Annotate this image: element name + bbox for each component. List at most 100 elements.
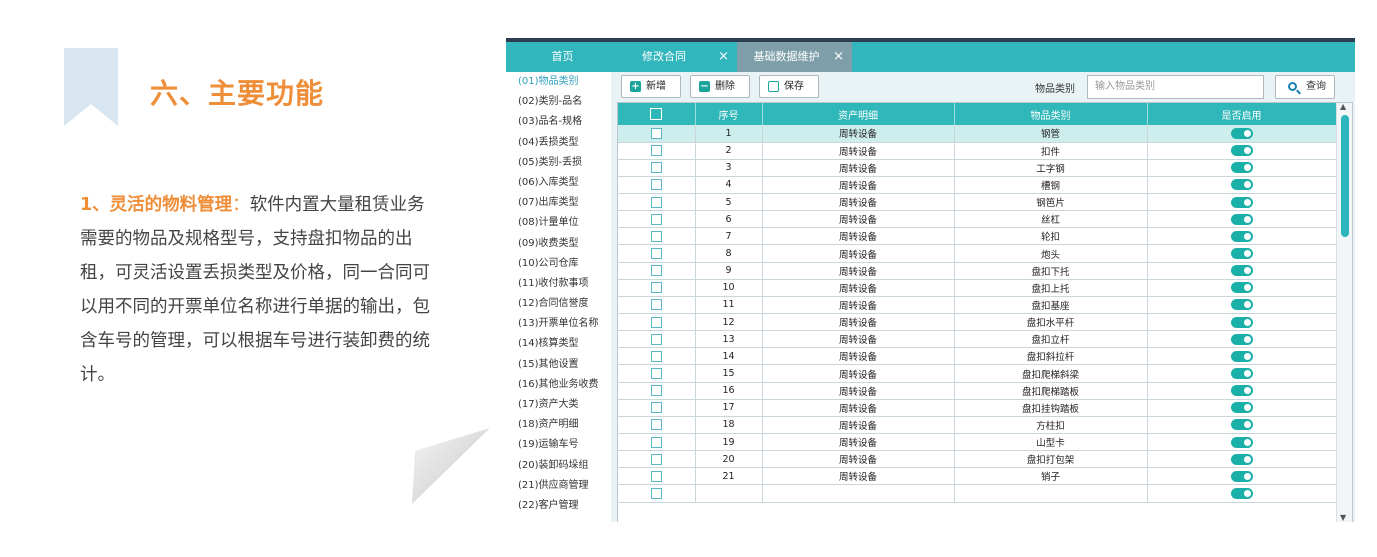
row-checkbox[interactable] (650, 282, 662, 294)
enabled-toggle[interactable] (1230, 385, 1253, 397)
row-select-cell[interactable] (618, 347, 696, 366)
row-checkbox[interactable] (650, 350, 662, 362)
row-checkbox[interactable] (650, 333, 662, 345)
enabled-toggle[interactable] (1230, 299, 1253, 311)
sidebar-item[interactable]: (18)资产明细 (506, 415, 611, 435)
row-checkbox[interactable] (650, 368, 662, 380)
sidebar-item[interactable]: (03)品名-规格 (506, 112, 611, 132)
sidebar-item[interactable]: (21)供应商管理 (506, 476, 611, 496)
row-select-cell[interactable] (618, 484, 696, 503)
row-select-cell[interactable] (618, 330, 696, 349)
enabled-toggle[interactable] (1230, 316, 1253, 328)
row-select-cell[interactable] (618, 279, 696, 297)
enabled-toggle[interactable] (1230, 488, 1253, 500)
tab-basic-data[interactable]: 基础数据维护 × (737, 42, 852, 72)
row-select-cell[interactable] (618, 399, 696, 417)
table-row[interactable]: 5 周转设备 钢笆片 (618, 193, 1337, 212)
row-select-cell[interactable] (618, 159, 696, 177)
table-row[interactable]: 9 周转设备 盘扣下托 (618, 262, 1337, 280)
row-select-cell[interactable] (618, 210, 696, 229)
enabled-toggle[interactable] (1230, 453, 1253, 465)
row-select-cell[interactable] (618, 416, 696, 435)
sidebar-item[interactable]: (11)收付款事项 (506, 274, 611, 294)
sidebar-item[interactable]: (05)类别-丢损 (506, 153, 611, 173)
row-select-cell[interactable] (618, 313, 696, 332)
row-checkbox[interactable] (650, 196, 662, 208)
enabled-toggle[interactable] (1230, 368, 1253, 380)
enabled-toggle[interactable] (1230, 350, 1253, 362)
scrollbar-thumb[interactable] (1341, 115, 1349, 237)
enabled-toggle[interactable] (1230, 127, 1253, 139)
close-icon[interactable]: × (718, 42, 729, 72)
enabled-toggle[interactable] (1230, 179, 1253, 191)
row-select-cell[interactable] (618, 142, 696, 160)
row-checkbox[interactable] (650, 316, 662, 328)
enabled-toggle[interactable] (1230, 265, 1253, 277)
enabled-toggle[interactable] (1230, 436, 1253, 448)
row-select-cell[interactable] (618, 382, 696, 400)
sidebar-item[interactable]: (10)公司仓库 (506, 254, 611, 274)
sidebar-item[interactable]: (14)核算类型 (506, 334, 611, 354)
table-row[interactable]: 1 周转设备 钢管 (618, 125, 1337, 143)
delete-button[interactable]: − 删除 (690, 75, 750, 98)
row-checkbox[interactable] (650, 402, 662, 414)
sidebar-item[interactable]: (13)开票单位名称 (506, 314, 611, 334)
table-row[interactable]: 2 周转设备 扣件 (618, 142, 1337, 160)
row-select-cell[interactable] (618, 125, 696, 143)
enabled-toggle[interactable] (1230, 402, 1253, 414)
table-row[interactable]: 8 周转设备 炮头 (618, 244, 1337, 263)
sidebar-item[interactable]: (04)丢损类型 (506, 133, 611, 153)
row-select-cell[interactable] (618, 467, 696, 486)
row-select-cell[interactable] (618, 227, 696, 246)
enabled-toggle[interactable] (1230, 470, 1253, 482)
table-row[interactable]: 6 周转设备 丝杠 (618, 210, 1337, 229)
sidebar-item[interactable]: (01)物品类别 (506, 72, 611, 92)
row-checkbox[interactable] (650, 127, 662, 139)
table-row[interactable]: 14 周转设备 盘扣斜拉杆 (618, 347, 1337, 366)
row-checkbox[interactable] (650, 162, 662, 174)
row-checkbox[interactable] (650, 488, 662, 500)
tab-home[interactable]: 首页 (506, 42, 619, 72)
row-select-cell[interactable] (618, 433, 696, 452)
row-checkbox[interactable] (650, 419, 662, 431)
enabled-toggle[interactable] (1230, 248, 1253, 260)
sidebar-item[interactable]: (02)类别-品名 (506, 92, 611, 112)
sidebar-item[interactable]: (12)合同信誉度 (506, 294, 611, 314)
enabled-toggle[interactable] (1230, 282, 1253, 294)
row-select-cell[interactable] (618, 262, 696, 280)
sidebar-item[interactable]: (06)入库类型 (506, 173, 611, 193)
row-select-cell[interactable] (618, 176, 696, 195)
select-all-checkbox[interactable] (650, 108, 663, 120)
row-checkbox[interactable] (650, 213, 662, 225)
sidebar-item[interactable]: (08)计量单位 (506, 213, 611, 233)
sidebar-item[interactable]: (07)出库类型 (506, 193, 611, 213)
table-row[interactable]: 4 周转设备 槽钢 (618, 176, 1337, 195)
category-search-input[interactable]: 输入物品类别 (1087, 75, 1264, 99)
row-select-cell[interactable] (618, 296, 696, 315)
row-select-cell[interactable] (618, 193, 696, 212)
table-row[interactable]: 19 周转设备 山型卡 (618, 433, 1337, 452)
sidebar-item[interactable]: (17)资产大类 (506, 395, 611, 415)
enabled-toggle[interactable] (1230, 213, 1253, 225)
table-row[interactable]: 10 周转设备 盘扣上托 (618, 279, 1337, 297)
vertical-scrollbar[interactable]: ▲ ▼ (1336, 103, 1352, 522)
query-button[interactable]: 查询 (1275, 75, 1335, 99)
chevron-down-icon[interactable]: ▼ (1340, 513, 1346, 522)
enabled-toggle[interactable] (1230, 196, 1253, 208)
sidebar-item[interactable]: (22)客户管理 (506, 496, 611, 516)
tab-edit-contract[interactable]: 修改合同 × (619, 42, 737, 72)
row-checkbox[interactable] (650, 470, 662, 482)
enabled-toggle[interactable] (1230, 230, 1253, 242)
sidebar-item[interactable]: (09)收费类型 (506, 234, 611, 254)
sidebar-item[interactable]: (15)其他设置 (506, 355, 611, 375)
chevron-up-icon[interactable]: ▲ (1340, 103, 1346, 111)
row-select-cell[interactable] (618, 244, 696, 263)
row-select-cell[interactable] (618, 364, 696, 383)
sidebar-item[interactable]: (20)装卸码垛组 (506, 456, 611, 476)
table-row[interactable] (618, 484, 1337, 503)
row-checkbox[interactable] (650, 248, 662, 260)
table-row[interactable]: 17 周转设备 盘扣挂钩踏板 (618, 399, 1337, 417)
sidebar-item[interactable]: (19)运输车号 (506, 435, 611, 455)
table-row[interactable]: 13 周转设备 盘扣立杆 (618, 330, 1337, 349)
row-checkbox[interactable] (650, 265, 662, 277)
